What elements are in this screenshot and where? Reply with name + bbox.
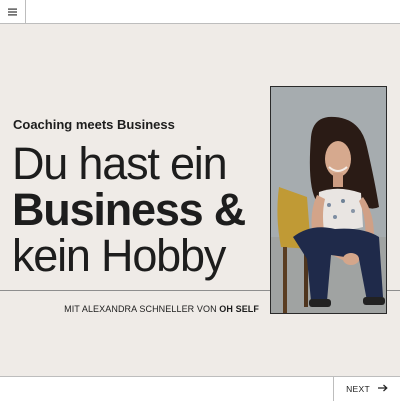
credit-prefix: MIT ALEXANDRA SCHNELLER VON (64, 304, 220, 314)
next-label: NEXT (346, 384, 370, 394)
hero-headline: Du hast ein Business & kein Hobby (12, 141, 272, 279)
headline-line-1: Du hast ein (12, 138, 228, 189)
hero-credit: MIT ALEXANDRA SCHNELLER VON OH SELF (64, 304, 259, 314)
credit-brand: OH SELF (219, 304, 259, 314)
portrait-photo (270, 86, 387, 314)
top-bar (0, 0, 400, 24)
hero-subtitle: Coaching meets Business (13, 117, 175, 132)
next-button[interactable]: NEXT (333, 377, 400, 401)
headline-line-3: kein Hobby (12, 230, 226, 281)
arrow-right-icon (377, 384, 388, 394)
menu-button[interactable] (0, 0, 26, 23)
bottom-bar: NEXT (0, 376, 400, 401)
hamburger-menu-icon (8, 8, 17, 16)
headline-line-2: Business & (12, 184, 246, 235)
